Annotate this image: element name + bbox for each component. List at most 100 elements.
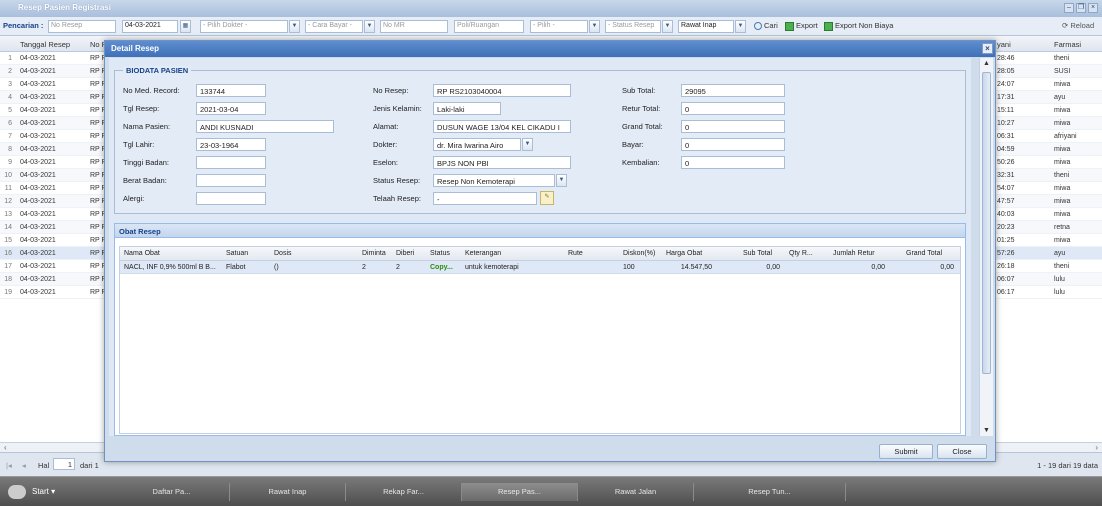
scroll-down-icon[interactable]: ▼ (983, 427, 990, 434)
table-row[interactable]: 40:03 miwa (994, 208, 1102, 221)
table-row[interactable]: 10:27 miwa (994, 117, 1102, 130)
page-input[interactable]: 1 (53, 458, 75, 470)
restore-icon[interactable]: ❐ (1076, 3, 1086, 13)
table-row[interactable]: 2 04-03-2021 RP R (0, 65, 107, 78)
table-row[interactable]: 06:17 lulu (994, 286, 1102, 299)
table-row[interactable]: 16 04-03-2021 RP R (0, 247, 107, 260)
table-row[interactable]: 3 04-03-2021 RP R (0, 78, 107, 91)
col-satuan[interactable]: Satuan (226, 250, 248, 257)
table-row[interactable]: 5 04-03-2021 RP R (0, 104, 107, 117)
table-row[interactable]: 15 04-03-2021 RP R (0, 234, 107, 247)
table-row[interactable]: 14 04-03-2021 RP R (0, 221, 107, 234)
table-row[interactable]: 19 04-03-2021 RP R (0, 286, 107, 299)
no-resep-input[interactable]: No Resep (48, 20, 116, 33)
table-row[interactable]: 10 04-03-2021 RP R (0, 169, 107, 182)
task-rekap[interactable]: Rekap Far... (346, 483, 462, 501)
alergi-field[interactable] (196, 192, 266, 205)
table-row[interactable]: 8 04-03-2021 RP R (0, 143, 107, 156)
dokter-field[interactable]: dr. Mira Iwarina Airo (433, 138, 521, 151)
obat-row[interactable]: NACL, INF 0,9% 500ml B B... Flabot () 2 … (120, 261, 960, 274)
chevron-down-icon[interactable]: ▼ (556, 174, 567, 187)
col-dosis[interactable]: Dosis (274, 250, 292, 257)
reload-button[interactable]: ⟳ Reload (1062, 21, 1094, 30)
col-nama-obat[interactable]: Nama Obat (124, 250, 160, 257)
col-rute[interactable]: Rute (568, 250, 583, 257)
table-row[interactable]: 01:25 miwa (994, 234, 1102, 247)
col-qty-r[interactable]: Qty R... (789, 250, 813, 257)
table-row[interactable]: 26:18 theni (994, 260, 1102, 273)
table-row[interactable]: 12 04-03-2021 RP R (0, 195, 107, 208)
status-resep-select[interactable]: - Status Resep (605, 20, 661, 33)
sub-total-field[interactable]: 29095 (681, 84, 785, 97)
bayar-field[interactable]: 0 (681, 138, 785, 151)
pilih-select[interactable]: - Pilih - (530, 20, 588, 33)
minimize-icon[interactable]: – (1064, 3, 1074, 13)
start-button[interactable]: Start ▾ (8, 482, 55, 502)
col-jumlah-retur[interactable]: Jumlah Retur (833, 250, 875, 257)
table-row[interactable]: 15:11 miwa (994, 104, 1102, 117)
table-row[interactable]: 1 04-03-2021 RP R (0, 52, 107, 65)
table-row[interactable]: 04:59 miwa (994, 143, 1102, 156)
col-status[interactable]: Status (430, 250, 450, 257)
edit-icon[interactable]: ✎ (540, 191, 554, 205)
telaah-resep-field[interactable]: - (433, 192, 537, 205)
poli-input[interactable]: Poli/Ruangan (454, 20, 524, 33)
cari-button[interactable]: Cari (754, 21, 778, 31)
column-farmasi[interactable]: Farmasi (1054, 40, 1081, 49)
date-input[interactable]: 04-03-2021 (122, 20, 178, 33)
table-row[interactable]: 4 04-03-2021 RP R (0, 91, 107, 104)
export-non-biaya-button[interactable]: Export Non Biaya (824, 21, 893, 31)
task-resep-tun[interactable]: Resep Tun... (694, 483, 846, 501)
tgl-lahir-field[interactable]: 23-03-1964 (196, 138, 266, 151)
col-harga-obat[interactable]: Harga Obat (666, 250, 702, 257)
column-petugas[interactable]: yani (997, 40, 1011, 49)
table-row[interactable]: 18 04-03-2021 RP R (0, 273, 107, 286)
table-row[interactable]: 13 04-03-2021 RP R (0, 208, 107, 221)
retur-total-field[interactable]: 0 (681, 102, 785, 115)
table-row[interactable]: 17 04-03-2021 RP R (0, 260, 107, 273)
dialog-close-icon[interactable]: × (982, 43, 993, 54)
table-row[interactable]: 11 04-03-2021 RP R (0, 182, 107, 195)
table-row[interactable]: 28:46 theni (994, 52, 1102, 65)
berat-badan-field[interactable] (196, 174, 266, 187)
jenis-kelamin-field[interactable]: Laki-laki (433, 102, 501, 115)
table-row[interactable]: 20:23 retna (994, 221, 1102, 234)
scroll-thumb[interactable] (982, 72, 991, 374)
first-page-icon[interactable]: |◂ (6, 461, 12, 470)
scroll-right-icon[interactable]: › (1095, 443, 1098, 452)
table-row[interactable]: 57:26 ayu (994, 247, 1102, 260)
prev-page-icon[interactable]: ◂ (22, 461, 26, 470)
export-button[interactable]: Export (785, 21, 818, 31)
task-daftar[interactable]: Daftar Pa... (114, 483, 230, 501)
chevron-down-icon[interactable]: ▼ (735, 20, 746, 33)
no-mr-field[interactable]: 133744 (196, 84, 266, 97)
col-diskon[interactable]: Diskon(%) (623, 250, 655, 257)
col-grand-total[interactable]: Grand Total (906, 250, 942, 257)
col-keterangan[interactable]: Keterangan (465, 250, 501, 257)
eselon-field[interactable]: BPJS NON PBI (433, 156, 571, 169)
table-row[interactable]: 50:26 miwa (994, 156, 1102, 169)
scroll-left-icon[interactable]: ‹ (4, 443, 7, 452)
scroll-up-icon[interactable]: ▲ (983, 60, 990, 67)
table-row[interactable]: 28:05 SUSI (994, 65, 1102, 78)
table-row[interactable]: 7 04-03-2021 RP R (0, 130, 107, 143)
cara-bayar-select[interactable]: - Cara Bayar - (305, 20, 363, 33)
column-tanggal-resep[interactable]: Tanggal Resep (20, 40, 70, 49)
col-diminta[interactable]: Diminta (362, 250, 386, 257)
calendar-icon[interactable]: ▦ (180, 20, 191, 33)
chevron-down-icon[interactable]: ▼ (522, 138, 533, 151)
submit-button[interactable]: Submit (879, 444, 933, 459)
close-button[interactable]: Close (937, 444, 987, 459)
task-resep-pasien[interactable]: Resep Pas... (462, 483, 578, 501)
table-row[interactable]: 9 04-03-2021 RP R (0, 156, 107, 169)
chevron-down-icon[interactable]: ▼ (289, 20, 300, 33)
rawat-select[interactable]: Rawat Inap (678, 20, 734, 33)
tinggi-badan-field[interactable] (196, 156, 266, 169)
chevron-down-icon[interactable]: ▼ (589, 20, 600, 33)
status-resep-field[interactable]: Resep Non Kemoterapi (433, 174, 555, 187)
table-row[interactable]: 06:07 lulu (994, 273, 1102, 286)
chevron-down-icon[interactable]: ▼ (662, 20, 673, 33)
chevron-down-icon[interactable]: ▼ (364, 20, 375, 33)
grand-total-field[interactable]: 0 (681, 120, 785, 133)
table-row[interactable]: 47:57 miwa (994, 195, 1102, 208)
